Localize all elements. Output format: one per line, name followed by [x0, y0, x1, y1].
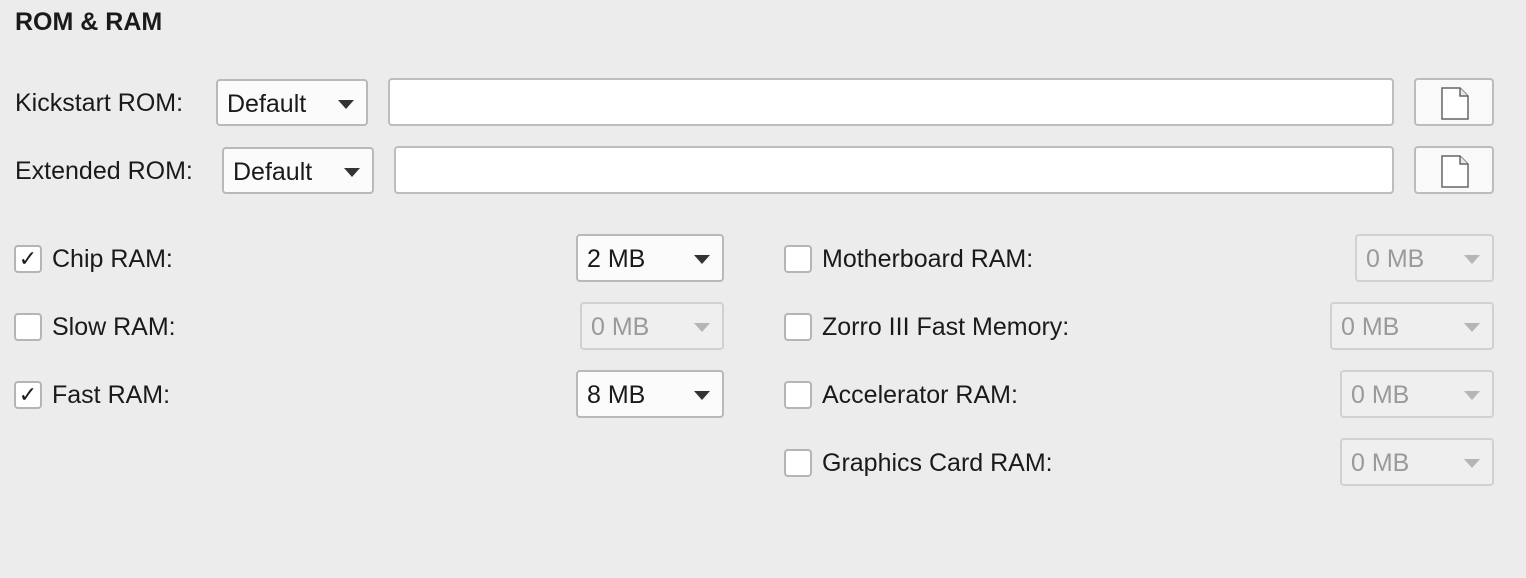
- zorro-iii-fast-memory-checkbox[interactable]: [784, 313, 812, 341]
- document-icon: [1441, 87, 1469, 120]
- slow-ram-select: 0 MB: [580, 302, 724, 350]
- kickstart-rom-path-field[interactable]: [388, 78, 1394, 126]
- fast-ram-label: Fast RAM:: [52, 381, 171, 409]
- chip-ram-checkbox[interactable]: ✓: [14, 245, 42, 273]
- kickstart-rom-label: Kickstart ROM:: [15, 89, 184, 117]
- graphics-card-ram-select: 0 MB: [1340, 438, 1494, 486]
- chevron-down-icon: [338, 100, 354, 109]
- motherboard-ram-select-value: 0 MB: [1366, 245, 1425, 273]
- chevron-down-icon: [1464, 255, 1480, 264]
- graphics-card-ram-checkbox[interactable]: [784, 449, 812, 477]
- accelerator-ram-checkbox[interactable]: [784, 381, 812, 409]
- accelerator-ram-select: 0 MB: [1340, 370, 1494, 418]
- chip-ram-select[interactable]: 2 MB: [576, 234, 724, 282]
- slow-ram-checkbox[interactable]: [14, 313, 42, 341]
- motherboard-ram-checkbox[interactable]: [784, 245, 812, 273]
- chevron-down-icon: [344, 168, 360, 177]
- fast-ram-select-value: 8 MB: [587, 381, 646, 409]
- graphics-card-ram-select-value: 0 MB: [1351, 449, 1410, 477]
- accelerator-ram-select-value: 0 MB: [1351, 381, 1410, 409]
- zorro-iii-fast-memory-label: Zorro III Fast Memory:: [822, 313, 1070, 341]
- extended-rom-path-field[interactable]: [394, 146, 1394, 194]
- chevron-down-icon: [694, 391, 710, 400]
- fast-ram-select[interactable]: 8 MB: [576, 370, 724, 418]
- kickstart-rom-browse-button[interactable]: [1414, 78, 1494, 126]
- section-title: ROM & RAM: [15, 8, 163, 36]
- accelerator-ram-label: Accelerator RAM:: [822, 381, 1018, 409]
- chevron-down-icon: [694, 255, 710, 264]
- slow-ram-select-value: 0 MB: [591, 313, 650, 341]
- document-icon: [1441, 155, 1469, 188]
- extended-rom-label: Extended ROM:: [15, 157, 193, 185]
- zorro-iii-fast-memory-select-value: 0 MB: [1341, 313, 1400, 341]
- chevron-down-icon: [694, 323, 710, 332]
- chevron-down-icon: [1464, 323, 1480, 332]
- chevron-down-icon: [1464, 459, 1480, 468]
- extended-rom-select[interactable]: Default: [222, 147, 374, 194]
- graphics-card-ram-label: Graphics Card RAM:: [822, 449, 1053, 477]
- motherboard-ram-select: 0 MB: [1355, 234, 1494, 282]
- zorro-iii-fast-memory-select: 0 MB: [1330, 302, 1494, 350]
- kickstart-rom-select-value: Default: [227, 90, 307, 118]
- motherboard-ram-label: Motherboard RAM:: [822, 245, 1034, 273]
- chip-ram-label: Chip RAM:: [52, 245, 173, 273]
- extended-rom-select-value: Default: [233, 158, 313, 186]
- checkmark-icon: ✓: [18, 246, 38, 271]
- chevron-down-icon: [1464, 391, 1480, 400]
- checkmark-icon: ✓: [18, 382, 38, 407]
- slow-ram-label: Slow RAM:: [52, 313, 176, 341]
- fast-ram-checkbox[interactable]: ✓: [14, 381, 42, 409]
- kickstart-rom-select[interactable]: Default: [216, 79, 368, 126]
- extended-rom-browse-button[interactable]: [1414, 146, 1494, 194]
- chip-ram-select-value: 2 MB: [587, 245, 646, 273]
